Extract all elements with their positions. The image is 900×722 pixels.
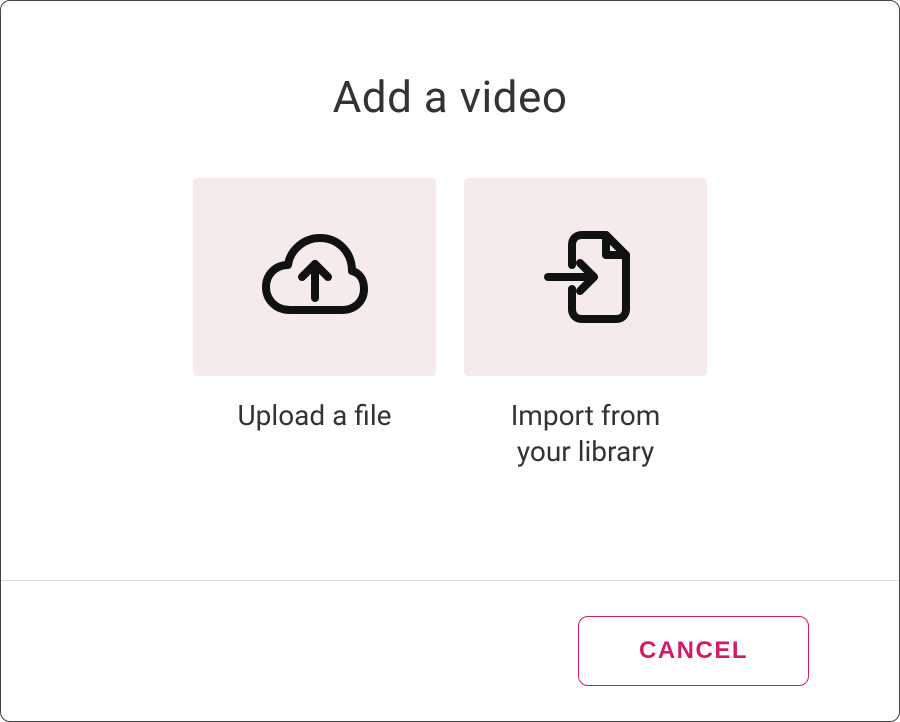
upload-file-tile: [193, 178, 436, 376]
add-video-dialog: Add a video Upload a file: [0, 0, 900, 722]
import-library-option[interactable]: Import from your library: [464, 178, 707, 471]
file-import-icon: [536, 229, 636, 325]
upload-file-option[interactable]: Upload a file: [193, 178, 436, 471]
dialog-footer: CANCEL: [1, 580, 899, 721]
upload-file-label: Upload a file: [238, 398, 392, 434]
cloud-upload-icon: [260, 232, 370, 322]
dialog-body: Add a video Upload a file: [1, 1, 899, 580]
cancel-button[interactable]: CANCEL: [578, 616, 809, 686]
dialog-title: Add a video: [333, 71, 568, 123]
import-library-tile: [464, 178, 707, 376]
import-library-label: Import from your library: [481, 398, 691, 471]
options-row: Upload a file: [193, 178, 707, 471]
